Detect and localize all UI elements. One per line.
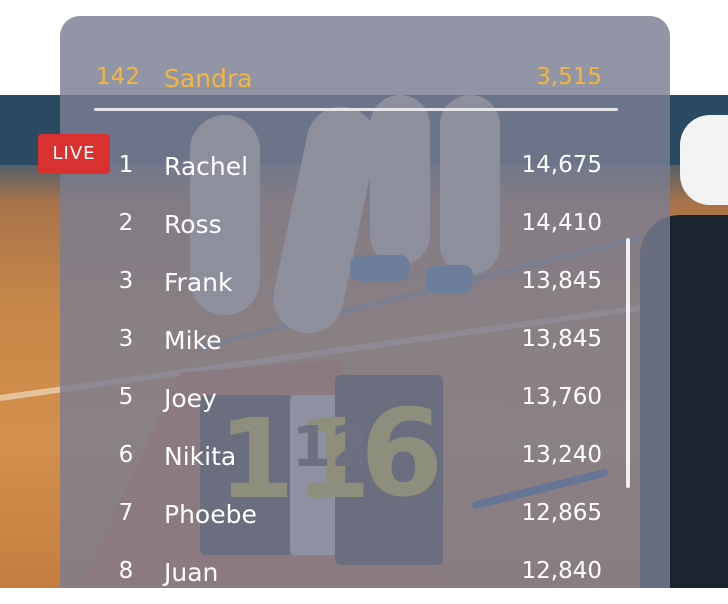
leaderboard-panel: 142 Sandra 3,515 1 Rachel 14,675 2 Ross … xyxy=(60,16,670,588)
rank: 3 xyxy=(118,326,134,352)
player-score: 12,865 xyxy=(521,500,602,526)
rank: 6 xyxy=(118,442,134,468)
leaderboard-row: 6 Nikita 13,240 xyxy=(60,430,670,488)
player-name: Rachel xyxy=(164,152,249,181)
player-name: Ross xyxy=(164,210,222,239)
player-score: 12,840 xyxy=(521,558,602,584)
player-score: 14,675 xyxy=(521,152,602,178)
player-score: 14,410 xyxy=(521,210,602,236)
player-name: Nikita xyxy=(164,442,237,471)
player-name: Juan xyxy=(164,558,219,587)
player-score: 13,845 xyxy=(521,268,602,294)
live-badge: LIVE xyxy=(38,134,110,174)
player-score: 13,760 xyxy=(521,384,602,410)
player-name: Frank xyxy=(164,268,233,297)
divider xyxy=(94,108,618,111)
rank: 3 xyxy=(118,268,134,294)
rank: 1 xyxy=(118,152,134,178)
rank: 5 xyxy=(118,384,134,410)
player-score: 13,240 xyxy=(521,442,602,468)
rank: 7 xyxy=(118,500,134,526)
leaderboard-row: 7 Phoebe 12,865 xyxy=(60,488,670,546)
rank: 8 xyxy=(118,558,134,584)
leaderboard-row: 3 Frank 13,845 xyxy=(60,256,670,314)
rank: 142 xyxy=(96,64,140,90)
player-score: 3,515 xyxy=(536,64,602,90)
current-user-row: 142 Sandra 3,515 xyxy=(60,52,670,110)
leaderboard-row: 5 Joey 13,760 xyxy=(60,372,670,430)
leaderboard-row: 3 Mike 13,845 xyxy=(60,314,670,372)
face-mask xyxy=(680,115,728,205)
player-score: 13,845 xyxy=(521,326,602,352)
player-name: Phoebe xyxy=(164,500,257,529)
rank: 2 xyxy=(118,210,134,236)
player-name: Joey xyxy=(164,384,217,413)
player-name: Sandra xyxy=(164,64,253,93)
player-name: Mike xyxy=(164,326,222,355)
leaderboard-row: 8 Juan 12,840 xyxy=(60,546,670,604)
scrollbar[interactable] xyxy=(626,238,630,488)
leaderboard-row: 1 Rachel 14,675 xyxy=(60,140,670,198)
leaderboard-row: 2 Ross 14,410 xyxy=(60,198,670,256)
